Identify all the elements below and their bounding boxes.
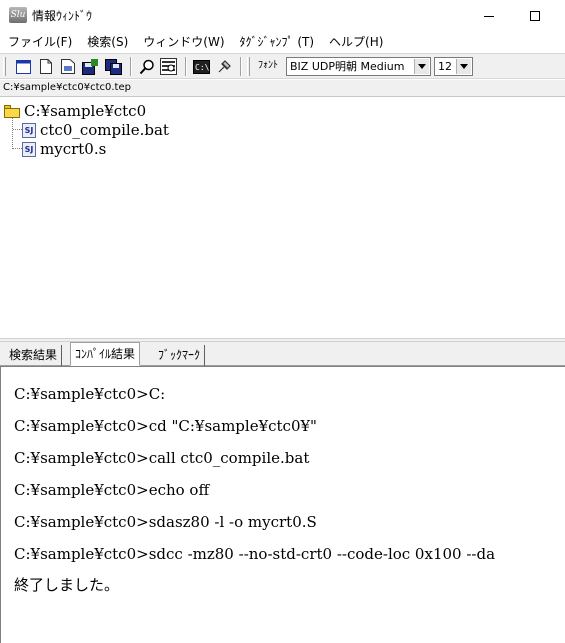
tab-compile-results[interactable]: ｺﾝﾊﾟｲﾙ結果: [70, 342, 141, 366]
tree-node-label: C:¥sample¥ctc0: [24, 102, 147, 120]
tab-bar: 検索結果 ｺﾝﾊﾟｲﾙ結果 ﾌﾞｯｸﾏｰｸ: [0, 342, 565, 366]
tab-search-results[interactable]: 検索結果: [5, 345, 63, 366]
grep-button[interactable]: [159, 57, 178, 76]
font-name-value: BIZ UDP明朝 Medium: [290, 60, 405, 73]
output-line: C:¥sample¥ctc0>echo off: [14, 481, 210, 499]
font-name-select[interactable]: BIZ UDP明朝 Medium: [286, 57, 431, 76]
command-prompt-icon: C:\: [193, 59, 210, 74]
menu-help[interactable]: ヘルプ(H): [321, 32, 390, 52]
search-icon: [139, 59, 154, 74]
toolbar-separator: [185, 57, 187, 76]
toolbar-separator: [240, 57, 242, 76]
save-icon: [81, 58, 98, 75]
new-file-button[interactable]: [36, 57, 55, 76]
maximize-icon: [530, 11, 540, 21]
title-bar[interactable]: Slu 情報ｳｨﾝﾄﾞｳ: [0, 0, 565, 32]
save-all-button[interactable]: [104, 57, 123, 76]
tree-node-file[interactable]: SJ ctc0_compile.bat: [22, 121, 169, 140]
file-tree[interactable]: C:¥sample¥ctc0 SJ ctc0_compile.bat SJ my…: [0, 98, 565, 338]
tree-node-root[interactable]: C:¥sample¥ctc0: [4, 102, 146, 121]
chevron-down-icon: [460, 64, 468, 69]
tree-connector: [13, 148, 22, 149]
save-button[interactable]: [80, 57, 99, 76]
output-line: C:¥sample¥ctc0>C:: [14, 385, 166, 403]
new-file-icon: [39, 59, 52, 74]
toolbar-separator: [130, 57, 132, 76]
output-line: C:¥sample¥ctc0>call ctc0_compile.bat: [14, 449, 310, 467]
toolbar-grip[interactable]: [247, 57, 250, 76]
minimize-icon: [484, 15, 494, 17]
font-size-value: 12: [438, 60, 452, 73]
command-prompt-button[interactable]: C:\: [192, 57, 211, 76]
menu-file[interactable]: ファイル(F): [0, 32, 79, 52]
tree-connector: [13, 129, 22, 130]
search-button[interactable]: [137, 57, 156, 76]
minimize-button[interactable]: [466, 0, 512, 32]
font-size-dropdown-button[interactable]: [456, 59, 471, 74]
app-icon: Slu: [9, 7, 27, 23]
output-line: 終了しました。: [14, 576, 120, 594]
window-icon: [16, 59, 31, 74]
source-file-icon: SJ: [22, 123, 36, 138]
compile-output[interactable]: C:¥sample¥ctc0>C: C:¥sample¥ctc0>cd "C:¥…: [0, 366, 565, 643]
tree-node-label: ctc0_compile.bat: [40, 121, 169, 139]
font-label: ﾌｫﾝﾄ: [258, 60, 278, 71]
menu-window[interactable]: ウィンドウ(W): [135, 32, 231, 52]
menu-tag-jump[interactable]: ﾀｸﾞｼﾞｬﾝﾌﾟ (T): [232, 32, 322, 52]
open-file-icon: [60, 59, 75, 74]
menu-search[interactable]: 検索(S): [79, 32, 135, 52]
window-button[interactable]: [14, 57, 33, 76]
open-file-button[interactable]: [58, 57, 77, 76]
tab-bookmarks[interactable]: ﾌﾞｯｸﾏｰｸ: [154, 345, 206, 366]
source-file-icon: SJ: [22, 142, 36, 157]
font-name-dropdown-button[interactable]: [414, 59, 429, 74]
output-line: C:¥sample¥ctc0>cd "C:¥sample¥ctc0¥": [14, 417, 317, 435]
folder-icon: [4, 105, 20, 118]
tree-node-label: mycrt0.s: [40, 140, 107, 158]
tree-node-file[interactable]: SJ mycrt0.s: [22, 140, 106, 159]
svg-text:C:\: C:\: [195, 63, 210, 72]
maximize-button[interactable]: [512, 0, 558, 32]
grep-icon: [160, 58, 177, 75]
chevron-down-icon: [418, 64, 426, 69]
toolbar-grip[interactable]: [3, 57, 6, 76]
output-line: C:¥sample¥ctc0>sdasz80 -l -o mycrt0.S: [14, 513, 317, 531]
output-line: C:¥sample¥ctc0>sdcc -mz80 --no-std-crt0 …: [14, 545, 496, 563]
tag-jump-button[interactable]: [214, 57, 233, 76]
font-size-select[interactable]: 12: [434, 57, 473, 76]
save-all-icon: [105, 58, 122, 75]
window-title: 情報ｳｨﾝﾄﾞｳ: [32, 9, 93, 23]
toolbar: C:\ ﾌｫﾝﾄ BIZ UDP明朝 Medium 12: [0, 53, 565, 79]
tag-jump-icon: [218, 59, 231, 72]
menu-bar: ファイル(F) 検索(S) ウィンドウ(W) ﾀｸﾞｼﾞｬﾝﾌﾟ (T) ヘルプ…: [0, 32, 565, 52]
path-bar: C:¥sample¥ctc0¥ctc0.tep: [0, 80, 565, 97]
